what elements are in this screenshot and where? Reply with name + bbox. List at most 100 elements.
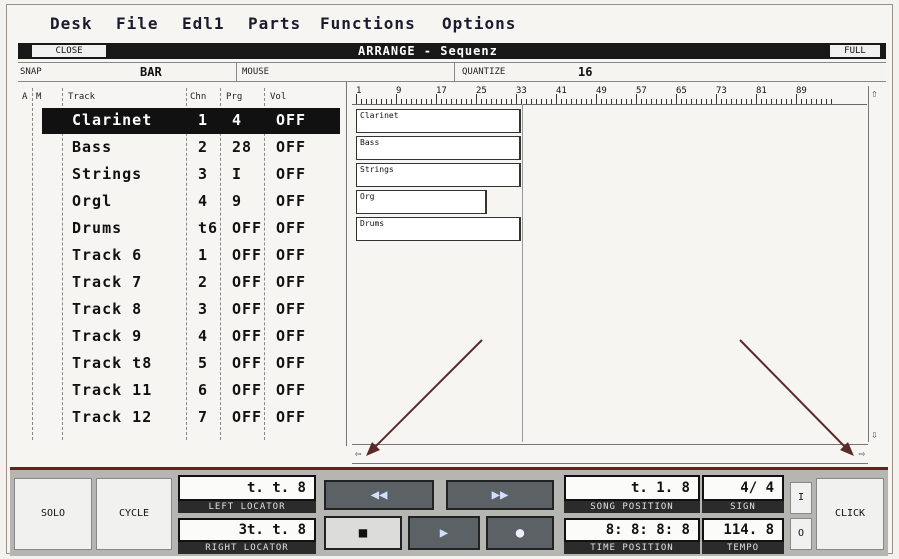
- track-program[interactable]: OFF: [232, 408, 262, 426]
- menu-options[interactable]: Options: [442, 14, 516, 33]
- close-button[interactable]: CLOSE: [32, 45, 106, 57]
- ruler-tick: [581, 99, 582, 104]
- track-channel[interactable]: 1: [198, 246, 208, 264]
- track-volume[interactable]: OFF: [276, 381, 306, 399]
- ruler-tick: [656, 99, 657, 104]
- track-volume[interactable]: OFF: [276, 300, 306, 318]
- ruler-tick: [676, 94, 677, 104]
- menu-parts[interactable]: Parts: [248, 14, 301, 33]
- ruler-tick: [746, 99, 747, 104]
- tempo-value[interactable]: 114. 8: [702, 518, 784, 542]
- track-row[interactable]: Strings 3 I OFF: [42, 162, 340, 188]
- quantize-value[interactable]: 16: [578, 65, 592, 79]
- snap-value[interactable]: BAR: [140, 65, 162, 79]
- track-program[interactable]: 4: [232, 111, 242, 129]
- column-header-a: A: [22, 92, 28, 102]
- track-channel[interactable]: 4: [198, 327, 208, 345]
- ruler-tick: [766, 99, 767, 104]
- vertical-scrollbar[interactable]: ⇧ ⇩: [868, 86, 883, 442]
- track-row[interactable]: Clarinet 1 4 OFF: [42, 108, 340, 134]
- menu-edit[interactable]: Edl1: [182, 14, 225, 33]
- song-position-value[interactable]: t. 1. 8: [564, 475, 700, 501]
- track-channel[interactable]: t6: [198, 219, 218, 237]
- column-header-chn: Chn: [190, 92, 207, 102]
- track-row[interactable]: Track 12 7 OFF OFF: [42, 405, 340, 431]
- track-channel[interactable]: 7: [198, 408, 208, 426]
- arrange-part[interactable]: Bass: [356, 136, 521, 160]
- track-channel[interactable]: 2: [198, 138, 208, 156]
- track-row[interactable]: Track 9 4 OFF OFF: [42, 324, 340, 350]
- full-button[interactable]: FULL: [830, 45, 880, 57]
- track-program[interactable]: OFF: [232, 273, 262, 291]
- arrange-part[interactable]: Clarinet: [356, 109, 521, 133]
- track-program[interactable]: OFF: [232, 354, 262, 372]
- click-button[interactable]: CLICK: [816, 478, 884, 550]
- record-button[interactable]: ●: [486, 516, 554, 550]
- solo-button[interactable]: SOLO: [14, 478, 92, 550]
- track-channel[interactable]: 2: [198, 273, 208, 291]
- track-program[interactable]: OFF: [232, 327, 262, 345]
- arrange-part[interactable]: Org: [356, 190, 487, 214]
- track-program[interactable]: OFF: [232, 300, 262, 318]
- track-program[interactable]: OFF: [232, 219, 262, 237]
- track-program[interactable]: I: [232, 165, 242, 183]
- track-volume[interactable]: OFF: [276, 111, 306, 129]
- ruler-tick: [721, 99, 722, 104]
- menu-file[interactable]: File: [116, 14, 159, 33]
- track-program[interactable]: OFF: [232, 381, 262, 399]
- bar-ruler[interactable]: 1 9 17 25 33 41 49 57 65 73 81 89: [352, 86, 867, 105]
- track-volume[interactable]: OFF: [276, 408, 306, 426]
- track-channel[interactable]: 5: [198, 354, 208, 372]
- track-row[interactable]: Drums t6 OFF OFF: [42, 216, 340, 242]
- track-row[interactable]: Track 8 3 OFF OFF: [42, 297, 340, 323]
- track-channel[interactable]: 6: [198, 381, 208, 399]
- track-row[interactable]: Track t8 5 OFF OFF: [42, 351, 340, 377]
- track-program[interactable]: OFF: [232, 246, 262, 264]
- ruler-tick: [641, 99, 642, 104]
- track-volume[interactable]: OFF: [276, 138, 306, 156]
- left-locator-value[interactable]: t. t. 8: [178, 475, 316, 501]
- track-channel[interactable]: 1: [198, 111, 208, 129]
- track-volume[interactable]: OFF: [276, 273, 306, 291]
- track-row[interactable]: Orgl 4 9 OFF: [42, 189, 340, 215]
- track-row[interactable]: Track 11 6 OFF OFF: [42, 378, 340, 404]
- master-toggle[interactable]: I: [790, 482, 812, 514]
- track-program[interactable]: 9: [232, 192, 242, 210]
- menu-functions[interactable]: Functions: [320, 14, 416, 33]
- track-volume[interactable]: OFF: [276, 327, 306, 345]
- ruler-tick: [556, 94, 557, 104]
- ruler-tick: [401, 99, 402, 104]
- fast-forward-button[interactable]: ▶▶: [446, 480, 554, 510]
- scroll-down-icon[interactable]: ⇩: [871, 429, 878, 440]
- track-row[interactable]: Bass 2 28 OFF: [42, 135, 340, 161]
- track-channel[interactable]: 4: [198, 192, 208, 210]
- ruler-tick: [531, 99, 532, 104]
- track-row[interactable]: Track 7 2 OFF OFF: [42, 270, 340, 296]
- rewind-button[interactable]: ◀◀: [324, 480, 434, 510]
- arrange-part[interactable]: Strings: [356, 163, 521, 187]
- arrange-part[interactable]: Drums: [356, 217, 521, 241]
- track-volume[interactable]: OFF: [276, 246, 306, 264]
- sync-toggle[interactable]: O: [790, 518, 812, 550]
- ruler-tick: [761, 99, 762, 104]
- track-program[interactable]: 28: [232, 138, 252, 156]
- stop-button[interactable]: ■: [324, 516, 402, 550]
- track-volume[interactable]: OFF: [276, 219, 306, 237]
- play-button[interactable]: ▶: [408, 516, 480, 550]
- column-header-vol: Vol: [270, 92, 287, 102]
- track-volume[interactable]: OFF: [276, 165, 306, 183]
- track-volume[interactable]: OFF: [276, 354, 306, 372]
- track-volume[interactable]: OFF: [276, 192, 306, 210]
- record-icon: ●: [515, 525, 525, 541]
- time-position-value[interactable]: 8: 8: 8: 8: [564, 518, 700, 542]
- ruler-tick: [496, 99, 497, 104]
- menu-desk[interactable]: Desk: [50, 14, 93, 33]
- scroll-up-icon[interactable]: ⇧: [871, 88, 878, 99]
- track-channel[interactable]: 3: [198, 300, 208, 318]
- signature-value[interactable]: 4/ 4: [702, 475, 784, 501]
- right-locator-value[interactable]: 3t. t. 8: [178, 518, 316, 542]
- track-channel[interactable]: 3: [198, 165, 208, 183]
- ruler-tick: [666, 99, 667, 104]
- cycle-button[interactable]: CYCLE: [96, 478, 172, 550]
- track-row[interactable]: Track 6 1 OFF OFF: [42, 243, 340, 269]
